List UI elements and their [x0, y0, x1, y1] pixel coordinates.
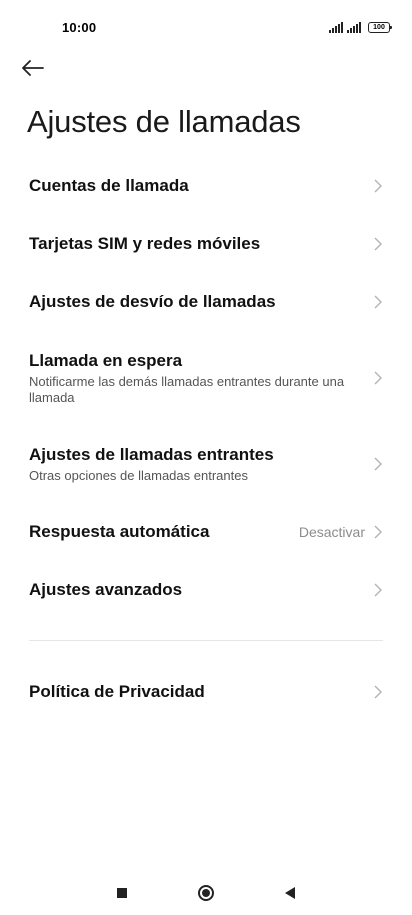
item-llamada-en-espera[interactable]: Llamada en espera Notificarme las demás …: [0, 348, 412, 408]
item-title: Cuentas de llamada: [29, 176, 189, 195]
chevron-right-icon: [373, 684, 383, 700]
item-title: Ajustes avanzados: [29, 580, 183, 599]
status-bar: 10:00 100: [0, 0, 412, 56]
status-icons: 100: [329, 22, 392, 33]
navigation-bar: [0, 871, 412, 915]
signal-icon-sim2: [347, 22, 361, 33]
screen: 10:00 100 Ajustes de llamadas Cuentas de…: [0, 0, 412, 915]
item-ajustes-avanzados[interactable]: Ajustes avanzados: [0, 576, 412, 604]
divider: [29, 640, 383, 641]
item-title: Política de Privacidad: [29, 682, 205, 701]
item-title: Tarjetas SIM y redes móviles: [29, 234, 261, 253]
item-title: Respuesta automática: [29, 522, 210, 541]
page-title: Ajustes de llamadas: [27, 104, 301, 139]
chevron-right-icon: [373, 582, 383, 598]
item-value: Desactivar: [298, 524, 365, 540]
chevron-right-icon: [373, 178, 383, 194]
battery-level: 100: [373, 24, 385, 31]
battery-icon: 100: [368, 22, 392, 33]
chevron-right-icon: [373, 370, 383, 386]
item-cuentas-de-llamada[interactable]: Cuentas de llamada: [0, 172, 412, 200]
chevron-right-icon: [373, 456, 383, 472]
item-subtitle: Notificarme las demás llamadas entrantes…: [29, 374, 345, 405]
status-time: 10:00: [62, 20, 97, 35]
home-button[interactable]: [198, 885, 214, 901]
item-subtitle: Otras opciones de llamadas entrantes: [29, 468, 248, 483]
back-arrow-icon: [22, 60, 44, 76]
back-button[interactable]: [22, 54, 58, 82]
chevron-right-icon: [373, 294, 383, 310]
item-title: Ajustes de llamadas entrantes: [29, 445, 274, 464]
chevron-right-icon: [373, 236, 383, 252]
item-llamadas-entrantes[interactable]: Ajustes de llamadas entrantes Otras opci…: [0, 443, 412, 485]
chevron-right-icon: [373, 524, 383, 540]
item-title: Llamada en espera: [29, 351, 183, 370]
item-politica-de-privacidad[interactable]: Política de Privacidad: [0, 678, 412, 706]
item-desvio-de-llamadas[interactable]: Ajustes de desvío de llamadas: [0, 288, 412, 316]
recents-button[interactable]: [117, 888, 127, 898]
nav-back-button[interactable]: [285, 887, 295, 899]
item-respuesta-automatica[interactable]: Respuesta automática Desactivar: [0, 518, 412, 546]
item-tarjetas-sim[interactable]: Tarjetas SIM y redes móviles: [0, 230, 412, 258]
signal-icon-sim1: [329, 22, 343, 33]
item-title: Ajustes de desvío de llamadas: [29, 292, 276, 311]
